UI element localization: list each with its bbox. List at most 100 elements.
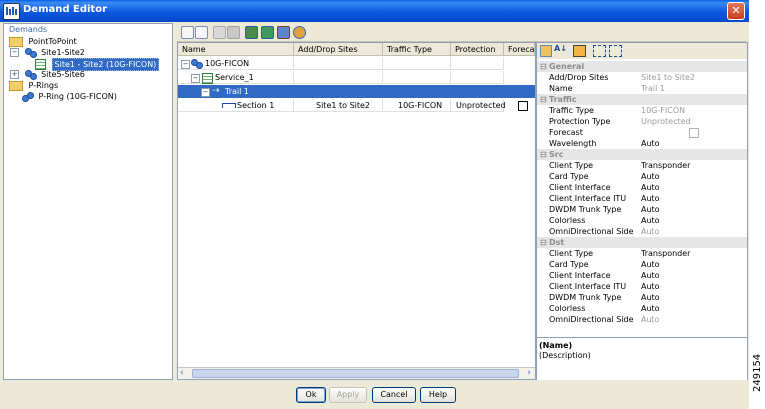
tree-item-label: Site5-Site6: [41, 70, 85, 79]
demand-grid: Name Add/Drop Sites Traffic Type Protect…: [177, 42, 536, 380]
service-icon: [202, 73, 213, 84]
tree-item-pointtopoint[interactable]: PointToPoint: [9, 36, 77, 47]
category-src[interactable]: ⊟ Src: [537, 149, 747, 160]
demand-icon: [24, 48, 37, 58]
grid-refresh-icon[interactable]: [261, 26, 274, 39]
forecast-checkbox[interactable]: [689, 128, 699, 138]
grid-edit-icon[interactable]: [245, 26, 258, 39]
row-traffic-type: 10G-FICON: [398, 101, 443, 110]
trail-icon: ⇢: [212, 86, 220, 96]
table-row-selected[interactable]: − ⇢ Trail 1: [178, 85, 535, 98]
properties-panel: A↓ ⊟ General Add/Drop Sites Site1 to Site2…: [536, 42, 748, 380]
description-title: (Name): [539, 341, 573, 350]
demand-icon: [191, 59, 203, 69]
close-button[interactable]: ✕: [727, 2, 745, 20]
collapse-icon[interactable]: −: [201, 88, 210, 97]
demands-caption: Demands: [9, 25, 48, 34]
prop-dst-client-interface[interactable]: Client Interface Auto: [537, 270, 747, 281]
table-row[interactable]: − Service_1: [178, 71, 535, 84]
scroll-left-icon[interactable]: ‹: [180, 368, 184, 378]
tree-item-label: Site1-Site2: [41, 48, 85, 57]
prop-traffic-type: Traffic Type 10G-FICON: [549, 106, 686, 115]
tree-item-site5-site6[interactable]: + Site5-Site6: [10, 69, 85, 80]
categorized-icon[interactable]: [540, 45, 552, 57]
column-header-traffic-type[interactable]: Traffic Type: [383, 43, 451, 56]
prop-dst-client-interface-itu[interactable]: Client Interface ITU Auto: [537, 281, 747, 292]
sync-icon[interactable]: [293, 26, 306, 39]
column-header-add-drop-sites[interactable]: Add/Drop Sites: [294, 43, 383, 56]
prop-add-drop-sites: Add/Drop Sites Site1 to Site2: [549, 73, 696, 82]
tree-item-p-rings[interactable]: P-Rings: [9, 80, 58, 91]
expand-all-button[interactable]: [181, 26, 194, 39]
row-name: Section 1: [237, 101, 275, 110]
prop-src-colorless[interactable]: Colorless Auto: [537, 215, 747, 226]
row-name: 10G-FICON: [205, 59, 250, 68]
prop-forecast: Forecast: [537, 127, 747, 138]
prop-protection-type: Protection Type Unprotected: [549, 117, 691, 126]
new-document-icon[interactable]: [213, 26, 226, 39]
collapse-icon[interactable]: −: [10, 48, 19, 57]
tree-item-label: P-Ring (10G-FICON): [38, 92, 117, 101]
collapse-all-button[interactable]: [195, 26, 208, 39]
demand-editor-window: Demand Editor ✕ Demands PointToPoint − S…: [0, 0, 749, 409]
column-header-protection[interactable]: Protection: [451, 43, 504, 56]
help-button[interactable]: Help: [420, 387, 456, 403]
prop-name: Name Trail 1: [549, 84, 665, 93]
expand-icon[interactable]: +: [10, 70, 19, 79]
prop-dst-card-type[interactable]: Card Type Auto: [537, 259, 747, 270]
description-box: (Name) (Description): [537, 337, 747, 380]
tree-item-label: PointToPoint: [28, 37, 77, 46]
description-text: (Description): [539, 351, 591, 360]
properties-toolbar: A↓: [537, 43, 747, 59]
table-row[interactable]: Section 1 Site1 to Site2 10G-FICON Unpro…: [178, 99, 535, 112]
forecast-checkbox[interactable]: [518, 101, 528, 111]
edit-pencil-icon[interactable]: [277, 26, 290, 39]
prop-dst-omnidirectional-side: OmniDirectional Side Auto: [549, 315, 660, 324]
prop-src-card-type[interactable]: Card Type Auto: [537, 171, 747, 182]
scrollbar-thumb[interactable]: [192, 369, 519, 378]
demand-icon: [24, 70, 37, 80]
section-icon: [222, 103, 236, 108]
prop-dst-client-type[interactable]: Client Type Transponder: [537, 248, 747, 259]
collapse-icon[interactable]: −: [191, 74, 200, 83]
scroll-right-icon[interactable]: ›: [527, 368, 531, 378]
prop-dst-dwdm-trunk-type[interactable]: DWDM Trunk Type Auto: [537, 292, 747, 303]
prop-dst-colorless[interactable]: Colorless Auto: [537, 303, 747, 314]
tree-item-site1-site2[interactable]: − Site1-Site2: [10, 47, 85, 58]
folder-open-icon: [9, 36, 23, 47]
row-add-drop-sites: Site1 to Site2: [316, 101, 371, 110]
app-icon: [3, 3, 20, 20]
row-name: Trail 1: [225, 87, 249, 96]
delete-icon[interactable]: [227, 26, 240, 39]
horizontal-scrollbar[interactable]: ‹ ›: [178, 367, 535, 379]
folder-open-icon: [9, 80, 23, 91]
column-header-name[interactable]: Name: [178, 43, 294, 56]
title-bar[interactable]: Demand Editor ✕: [0, 0, 749, 22]
prop-src-client-interface-itu[interactable]: Client Interface ITU Auto: [537, 193, 747, 204]
tree-item-p-ring-10g-ficon[interactable]: P-Ring (10G-FICON): [22, 91, 117, 102]
prop-wavelength[interactable]: Wavelength Auto: [537, 138, 747, 149]
collapse-properties-icon[interactable]: [609, 45, 622, 57]
prop-src-dwdm-trunk-type[interactable]: DWDM Trunk Type Auto: [537, 204, 747, 215]
tree-item-site1-site2-10g-ficon[interactable]: Site1 - Site2 (10G-FICON): [35, 58, 160, 71]
cancel-button[interactable]: Cancel: [372, 387, 416, 403]
sort-alphabetical-icon[interactable]: A↓: [554, 44, 567, 53]
prop-src-client-type[interactable]: Client Type Transponder: [537, 160, 747, 171]
ring-icon: [22, 92, 34, 102]
column-header-forecast[interactable]: Forecast: [504, 43, 535, 56]
prop-src-client-interface[interactable]: Client Interface Auto: [537, 182, 747, 193]
window-title: Demand Editor: [23, 4, 108, 15]
category-traffic[interactable]: ⊟ Traffic: [537, 94, 747, 105]
tree-item-label: P-Rings: [28, 81, 59, 90]
apply-button[interactable]: Apply: [329, 387, 367, 403]
prop-src-omnidirectional-side: OmniDirectional Side Auto: [549, 227, 660, 236]
collapse-icon[interactable]: −: [181, 60, 190, 69]
expand-properties-icon[interactable]: [593, 45, 606, 57]
property-pages-icon[interactable]: [573, 45, 586, 57]
row-protection: Unprotected: [456, 101, 506, 110]
category-dst[interactable]: ⊟ Dst: [537, 237, 747, 248]
demands-panel: Demands PointToPoint − Site1-Site2 Site1…: [3, 23, 173, 380]
ok-button[interactable]: Ok: [296, 387, 326, 403]
category-general[interactable]: ⊟ General: [537, 61, 747, 72]
table-row[interactable]: − 10G-FICON: [178, 57, 535, 70]
